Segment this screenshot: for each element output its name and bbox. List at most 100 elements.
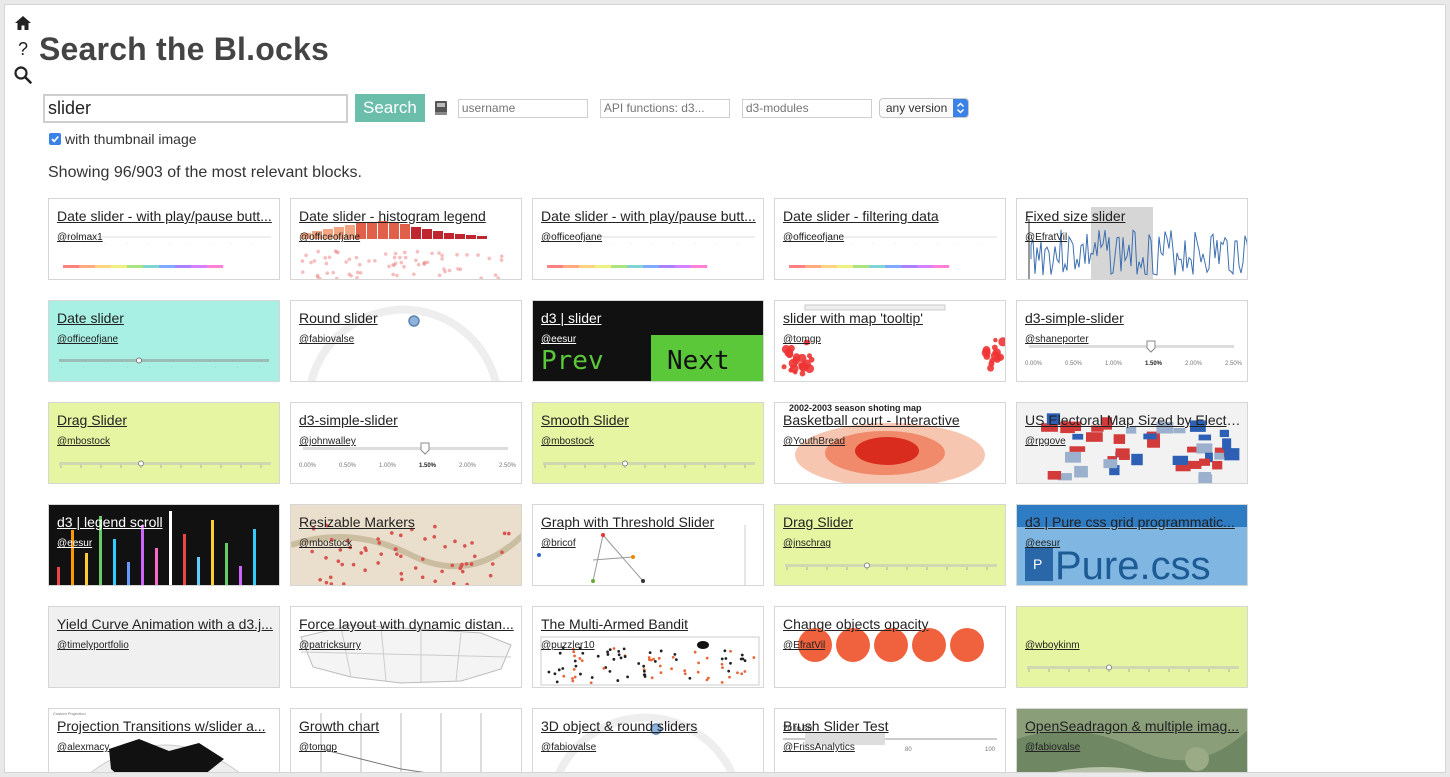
- block-author[interactable]: @mbostock: [299, 538, 352, 549]
- block-card[interactable]: Prev Next d3 | slider @eesur: [532, 300, 764, 382]
- block-title[interactable]: OpenSeadragon & multiple imag...: [1025, 718, 1241, 734]
- block-title[interactable]: slider with map 'tooltip': [783, 310, 999, 326]
- api-functions-input[interactable]: [599, 98, 730, 118]
- block-author[interactable]: @timelyportfolio: [57, 640, 129, 651]
- block-card[interactable]: Change objects opacity @EfratVil: [774, 606, 1006, 688]
- block-title[interactable]: Smooth Slider: [541, 412, 757, 428]
- block-title[interactable]: d3-simple-slider: [299, 412, 515, 428]
- block-author[interactable]: @eesur: [57, 538, 92, 549]
- block-title[interactable]: Change objects opacity: [783, 616, 999, 632]
- home-icon[interactable]: [13, 13, 33, 33]
- block-title[interactable]: Date slider - with play/pause butt...: [541, 208, 757, 224]
- block-card[interactable]: @wboykinm: [1016, 606, 1248, 688]
- block-card[interactable]: Yield Curve Animation with a d3.j... @tim…: [48, 606, 280, 688]
- block-author[interactable]: @mbostock: [541, 436, 594, 447]
- block-author[interactable]: @tomgp: [299, 742, 337, 753]
- block-card[interactable]: · · · · · · · · · · Date slider - with play/pause …: [532, 198, 764, 280]
- block-card[interactable]: · · · · · · · · · · Date slider - filtering data @o…: [774, 198, 1006, 280]
- block-card[interactable]: Force layout with dynamic distan... @patr…: [290, 606, 522, 688]
- block-author[interactable]: @shaneporter: [1025, 334, 1089, 345]
- block-card[interactable]: Date slider - histogram legend @officeofj…: [290, 198, 522, 280]
- block-card[interactable]: slider with map 'tooltip' @tomgp: [774, 300, 1006, 382]
- block-author[interactable]: @fabiovalse: [1025, 742, 1080, 753]
- block-author[interactable]: @officeofjane: [541, 232, 602, 243]
- block-card[interactable]: P Pure.css d3 | Pure css grid programmatic…: [1016, 504, 1248, 586]
- block-title[interactable]: Drag Slider: [57, 412, 273, 428]
- block-title[interactable]: d3 | Pure css grid programmatic...: [1025, 514, 1241, 530]
- block-author[interactable]: @officeofjane: [299, 232, 360, 243]
- block-title[interactable]: Resizable Markers: [299, 514, 515, 530]
- block-title[interactable]: Graph with Threshold Slider: [541, 514, 757, 530]
- block-card[interactable]: OpenSeadragon & multiple imag... @fabiova…: [1016, 708, 1248, 772]
- version-select[interactable]: any version: [878, 98, 969, 118]
- block-card[interactable]: · · · · · · · · · · Date slider - with play/pause …: [48, 198, 280, 280]
- block-card[interactable]: US Electoral Map Sized by Electo... @rpgo…: [1016, 402, 1248, 484]
- block-title[interactable]: Date slider - filtering data: [783, 208, 999, 224]
- block-author[interactable]: @officeofjane: [783, 232, 844, 243]
- block-card[interactable]: 3D object & round sliders @fabiovalse: [532, 708, 764, 772]
- block-card[interactable]: The Multi-Armed Bandit @puzzler10: [532, 606, 764, 688]
- block-author[interactable]: @wboykinm: [1025, 640, 1080, 651]
- block-author[interactable]: @fabiovalse: [541, 742, 596, 753]
- block-title[interactable]: Force layout with dynamic distan...: [299, 616, 515, 632]
- block-title[interactable]: Fixed size slider: [1025, 208, 1241, 224]
- block-card[interactable]: 2002-2003 season shoting map Basketball c…: [774, 402, 1006, 484]
- block-card[interactable]: Graph with Threshold Slider @bricof: [532, 504, 764, 586]
- search-input[interactable]: [43, 93, 348, 123]
- thumbnail-filter[interactable]: with thumbnail image: [49, 131, 197, 147]
- block-author[interactable]: @rpgove: [1025, 436, 1066, 447]
- block-author[interactable]: @rolmax1: [57, 232, 103, 243]
- block-card[interactable]: Resizable Markers @mbostock: [290, 504, 522, 586]
- block-title[interactable]: Basketball court - Interactive: [783, 412, 999, 428]
- block-author[interactable]: @mbostock: [57, 436, 110, 447]
- block-card[interactable]: · · · · · · · · · · Date slider @officeofjane: [48, 300, 280, 382]
- block-title[interactable]: Drag Slider: [783, 514, 999, 530]
- block-title[interactable]: Brush Slider Test: [783, 718, 999, 734]
- block-card[interactable]: Custom Projection Projection Transitions …: [48, 708, 280, 772]
- book-icon[interactable]: [434, 100, 448, 116]
- block-card[interactable]: d3 | legend scroll @eesur: [48, 504, 280, 586]
- block-author[interactable]: @EfratVil: [783, 640, 825, 651]
- block-title[interactable]: d3 | slider: [541, 310, 757, 326]
- thumbnail-checkbox[interactable]: [49, 133, 61, 145]
- block-title[interactable]: d3 | legend scroll: [57, 514, 273, 530]
- block-card[interactable]: 0.00% 0.50% 1.00% 1.50% 2.00% 2.50% d3-simple-…: [1016, 300, 1248, 382]
- block-author[interactable]: @alexmacy: [57, 742, 109, 753]
- block-author[interactable]: @jnschrag: [783, 538, 831, 549]
- block-author[interactable]: @YouthBread: [783, 436, 845, 447]
- block-author[interactable]: @EfratVil: [1025, 232, 1067, 243]
- block-author[interactable]: @patricksurry: [299, 640, 361, 651]
- block-card[interactable]: Fixed size slider @EfratVil: [1016, 198, 1248, 280]
- block-card[interactable]: 20 to 5020 to 5080100Brush Slider Test@F…: [774, 708, 1006, 772]
- block-author[interactable]: @eesur: [1025, 538, 1060, 549]
- block-author[interactable]: @bricof: [541, 538, 576, 549]
- block-title[interactable]: Round slider: [299, 310, 515, 326]
- block-author[interactable]: @fabiovalse: [299, 334, 354, 345]
- block-title[interactable]: Growth chart: [299, 718, 515, 734]
- block-card[interactable]: Growth chart @tomgp: [290, 708, 522, 772]
- username-input[interactable]: [457, 98, 588, 118]
- block-author[interactable]: @tomgp: [783, 334, 821, 345]
- block-card[interactable]: Drag Slider @mbostock: [48, 402, 280, 484]
- block-author[interactable]: @puzzler10: [541, 640, 595, 651]
- d3-modules-input[interactable]: [741, 98, 872, 118]
- search-button[interactable]: Search: [355, 94, 425, 122]
- block-title[interactable]: Date slider - with play/pause butt...: [57, 208, 273, 224]
- block-author[interactable]: @johnwalley: [299, 436, 356, 447]
- block-card[interactable]: Drag Slider @jnschrag: [774, 504, 1006, 586]
- block-author[interactable]: @FrissAnalytics: [783, 742, 855, 753]
- block-card[interactable]: Smooth Slider @mbostock: [532, 402, 764, 484]
- block-title[interactable]: Projection Transitions w/slider a...: [57, 718, 273, 734]
- block-card[interactable]: Round slider @fabiovalse: [290, 300, 522, 382]
- block-title[interactable]: 3D object & round sliders: [541, 718, 757, 734]
- search-icon[interactable]: [13, 65, 33, 85]
- help-icon[interactable]: ?: [13, 39, 33, 59]
- block-title[interactable]: Yield Curve Animation with a d3.j...: [57, 616, 273, 632]
- block-title[interactable]: The Multi-Armed Bandit: [541, 616, 757, 632]
- block-author[interactable]: @eesur: [541, 334, 576, 345]
- block-title[interactable]: Date slider - histogram legend: [299, 208, 515, 224]
- block-title[interactable]: US Electoral Map Sized by Electo...: [1025, 412, 1241, 428]
- block-author[interactable]: @officeofjane: [57, 334, 118, 345]
- block-title[interactable]: d3-simple-slider: [1025, 310, 1241, 326]
- block-card[interactable]: 0.00% 0.50% 1.00% 1.50% 2.00% 2.50% d3-simple-…: [290, 402, 522, 484]
